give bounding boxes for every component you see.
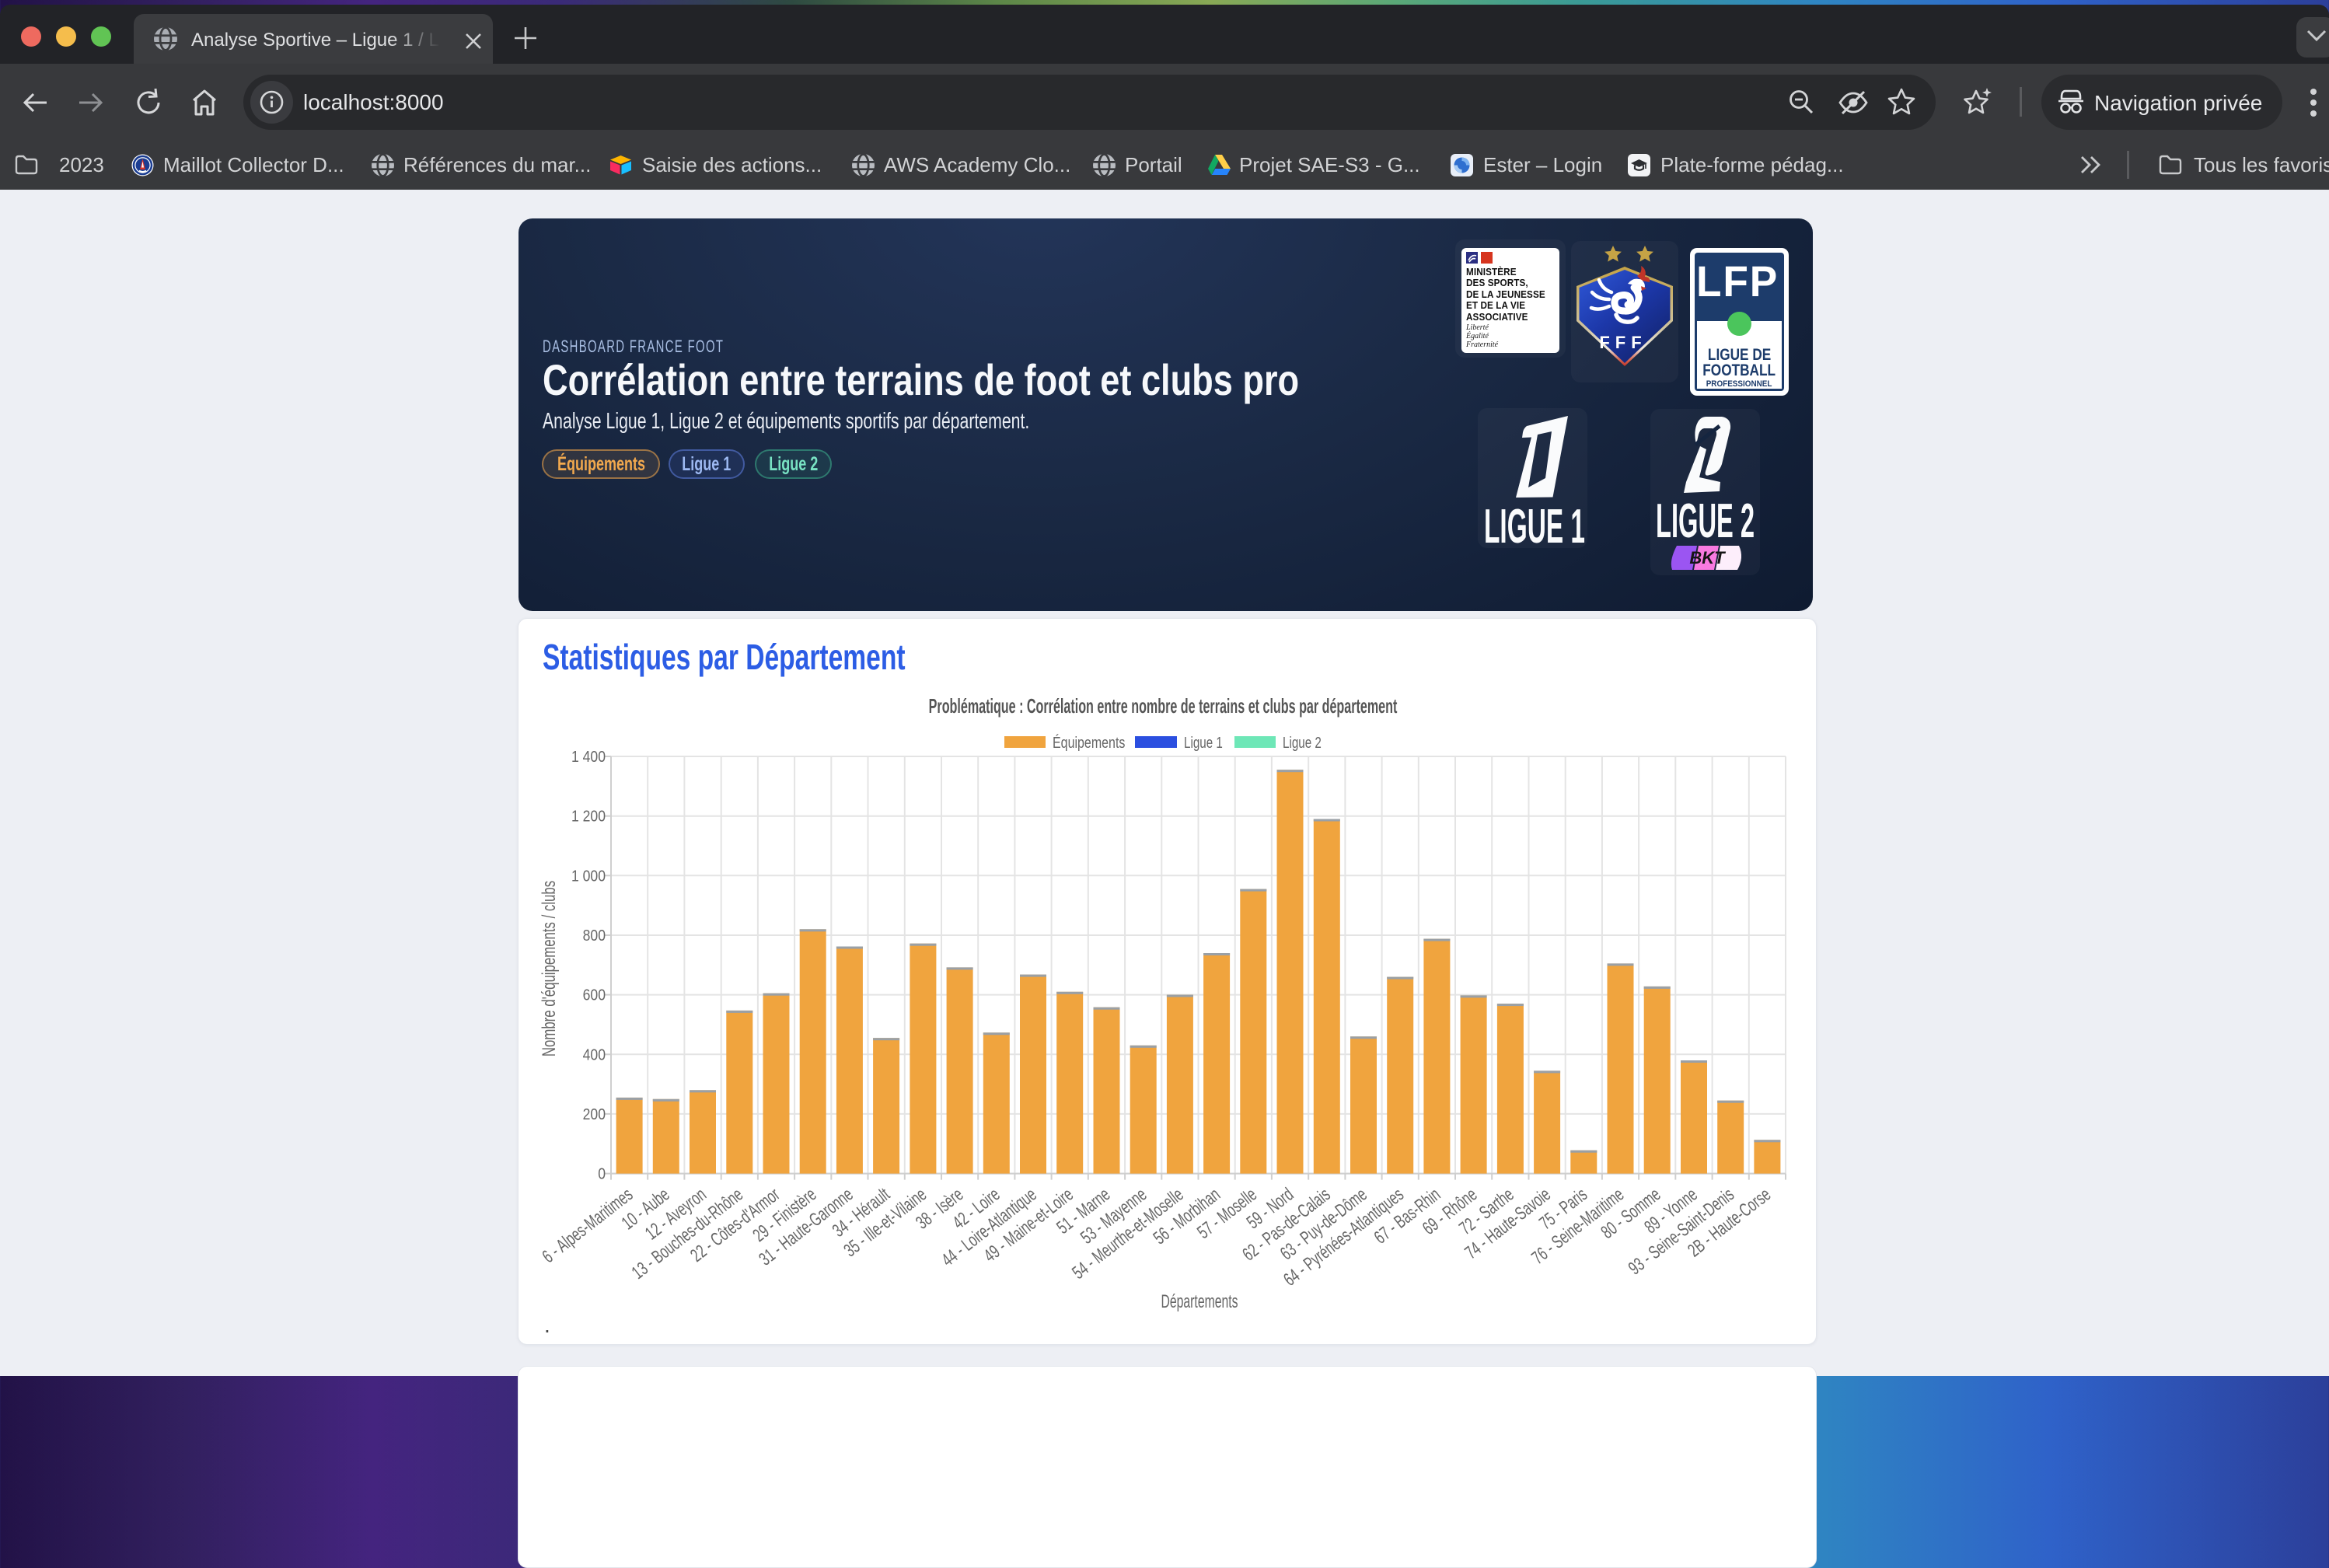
svg-text:0: 0 (598, 1165, 606, 1182)
svg-text:200: 200 (583, 1105, 606, 1123)
svg-text:Ligue 2: Ligue 2 (1283, 734, 1322, 752)
svg-text:Départements: Départements (1161, 1292, 1238, 1312)
svg-text:Problématique : Corrélation en: Problématique : Corrélation entre nombre… (929, 694, 1398, 718)
svg-text:Nombre d'équipements / clubs: Nombre d'équipements / clubs (539, 881, 560, 1056)
svg-text:6 - Alpes-Maritimes: 6 - Alpes-Maritimes (539, 1184, 637, 1267)
svg-text:1 400: 1 400 (571, 748, 606, 765)
svg-text:FFF: FFF (1599, 333, 1646, 352)
svg-text:1 000: 1 000 (571, 867, 606, 884)
svg-text:600: 600 (583, 987, 606, 1004)
svg-text:400: 400 (583, 1046, 606, 1063)
svg-text:800: 800 (583, 927, 606, 944)
svg-text:Équipements: Équipements (1053, 734, 1125, 751)
svg-text:1 200: 1 200 (571, 808, 606, 825)
svg-text:Ligue 1: Ligue 1 (1184, 734, 1223, 752)
svg-text:BKT: BKT (1689, 548, 1726, 567)
